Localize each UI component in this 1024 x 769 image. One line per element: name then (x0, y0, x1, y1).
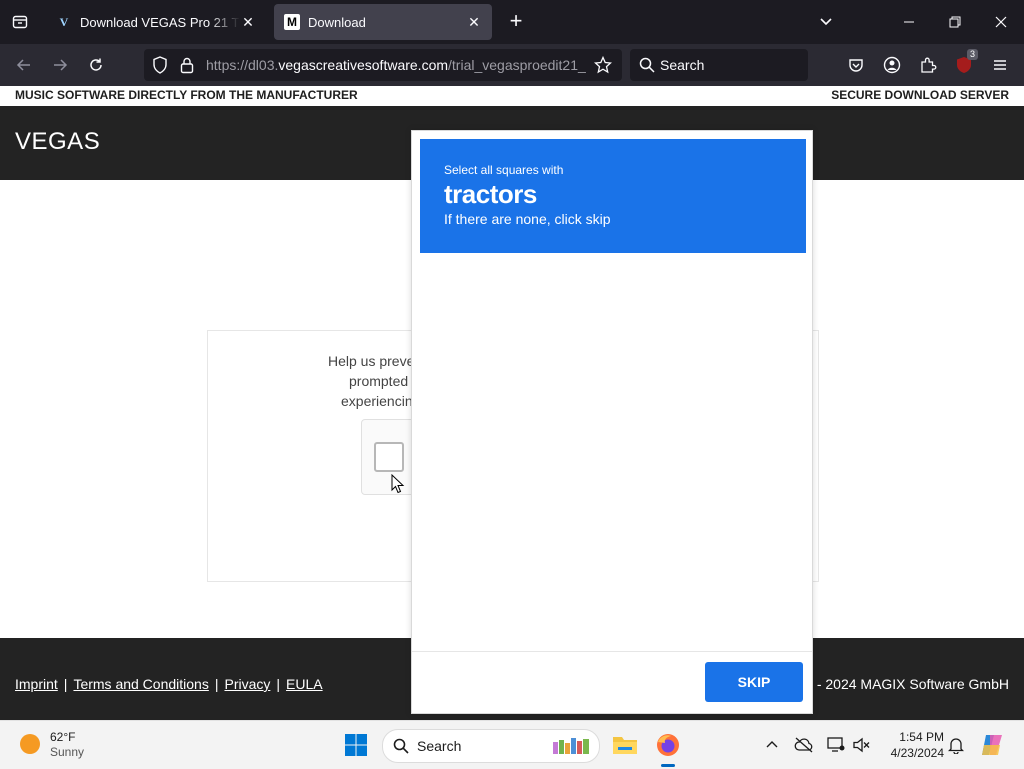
footer-link-privacy[interactable]: Privacy (224, 676, 270, 692)
windows-start-icon[interactable] (344, 733, 368, 757)
tagline: MUSIC SOFTWARE DIRECTLY FROM THE MANUFAC… (15, 88, 358, 102)
prompt-hint: If there are none, click skip (444, 211, 611, 227)
clock-time: 1:54 PM (899, 730, 944, 744)
speaker-muted-icon[interactable] (852, 735, 872, 755)
prompt-instruction: Select all squares with (444, 163, 564, 177)
back-arrow-icon[interactable] (12, 53, 36, 77)
divider (412, 651, 812, 652)
chevron-down-icon[interactable] (816, 12, 836, 32)
browser-tab-bar: V Download VEGAS Pro 21 Trials F ✕ M Dow… (0, 0, 1024, 44)
extension-badge: 3 (966, 49, 978, 60)
search-icon (639, 57, 655, 78)
extensions-puzzle-icon[interactable] (916, 53, 940, 77)
tracking-protection-shield-icon[interactable] (152, 56, 168, 79)
search-highlight-books-icon (549, 734, 595, 756)
search-icon (393, 738, 409, 759)
url-prefix: https://dl03. (206, 57, 279, 73)
search-bar[interactable]: Search (630, 49, 808, 81)
prompt-target: tractors (444, 179, 537, 209)
vegas-favicon-icon: V (59, 14, 69, 29)
chevron-up-icon[interactable] (762, 735, 782, 755)
weather-temperature: 62°F (50, 730, 76, 744)
captcha-image-grid[interactable] (420, 253, 806, 649)
menu-hamburger-icon[interactable] (988, 53, 1012, 77)
browser-nav-bar: https://dl03.vegascreativesoftware.com/t… (0, 44, 1024, 86)
lock-icon[interactable] (180, 56, 194, 79)
tab-download[interactable]: M Download ✕ (274, 4, 492, 40)
tab-title: Download VEGAS Pro 21 Trials F (80, 14, 240, 30)
notification-bell-icon[interactable] (946, 735, 966, 755)
hcaptcha-checkbox[interactable] (374, 442, 404, 472)
weather-condition: Sunny (50, 745, 85, 759)
top-strip: MUSIC SOFTWARE DIRECTLY FROM THE MANUFAC… (0, 86, 1024, 106)
copilot-icon[interactable] (976, 729, 1008, 761)
url-path: /trial_vegasproedit21_c (448, 57, 586, 73)
close-tab-icon[interactable]: ✕ (466, 14, 482, 31)
onedrive-cloud-off-icon[interactable] (794, 735, 814, 755)
copyright-text: 3 - 2024 MAGIX Software GmbH (805, 676, 1009, 692)
windows-taskbar: 62°F Sunny Search 1:54 PM 4/23/2024 (0, 720, 1024, 769)
forward-arrow-icon[interactable] (48, 53, 72, 77)
footer-link-terms[interactable]: Terms and Conditions (73, 676, 208, 692)
skip-button[interactable]: SKIP (705, 662, 803, 702)
taskbar-search[interactable]: Search (382, 729, 600, 763)
taskbar-search-label: Search (417, 738, 462, 754)
vegas-logo[interactable]: VEGAS (15, 128, 100, 156)
file-explorer-icon[interactable] (609, 729, 641, 761)
active-app-indicator (661, 764, 675, 767)
pocket-icon[interactable] (844, 53, 868, 77)
address-bar[interactable]: https://dl03.vegascreativesoftware.com/t… (144, 49, 622, 81)
footer-links: Imprint | Terms and Conditions | Privacy | EUL… (15, 676, 323, 692)
sunny-weather-icon (20, 734, 40, 754)
tab-title: Download (308, 14, 366, 30)
firefox-view-icon[interactable] (6, 8, 34, 36)
clock-date: 4/23/2024 (890, 746, 944, 760)
captcha-prompt: Select all squares with tractors If ther… (420, 139, 806, 253)
url-text[interactable]: https://dl03.vegascreativesoftware.com/t… (206, 57, 586, 73)
mouse-cursor-icon (391, 473, 405, 494)
footer-link-imprint[interactable]: Imprint (15, 676, 58, 692)
magix-favicon-icon: M (284, 14, 300, 30)
captcha-challenge-dialog: Select all squares with tractors If ther… (411, 130, 813, 714)
reload-icon[interactable] (84, 53, 108, 77)
ublock-shield-icon[interactable]: 3 (952, 49, 978, 77)
firefox-icon[interactable] (652, 729, 684, 761)
tab-vegas-trials[interactable]: V Download VEGAS Pro 21 Trials F ✕ (46, 4, 266, 40)
system-clock[interactable]: 1:54 PM 4/23/2024 (880, 729, 944, 761)
restore-window-icon[interactable] (932, 0, 978, 44)
display-network-icon[interactable] (826, 735, 846, 755)
url-host: vegascreativesoftware.com (278, 57, 449, 73)
bookmark-star-icon[interactable] (593, 55, 613, 79)
close-window-icon[interactable] (978, 0, 1024, 44)
minimize-window-icon[interactable] (886, 0, 932, 44)
account-icon[interactable] (880, 53, 904, 77)
search-placeholder: Search (660, 57, 705, 73)
new-tab-plus-icon[interactable]: + (504, 10, 528, 34)
secure-server-label: SECURE DOWNLOAD SERVER (831, 88, 1009, 102)
footer-link-eula[interactable]: EULA (286, 676, 323, 692)
close-tab-icon[interactable]: ✕ (240, 14, 256, 31)
